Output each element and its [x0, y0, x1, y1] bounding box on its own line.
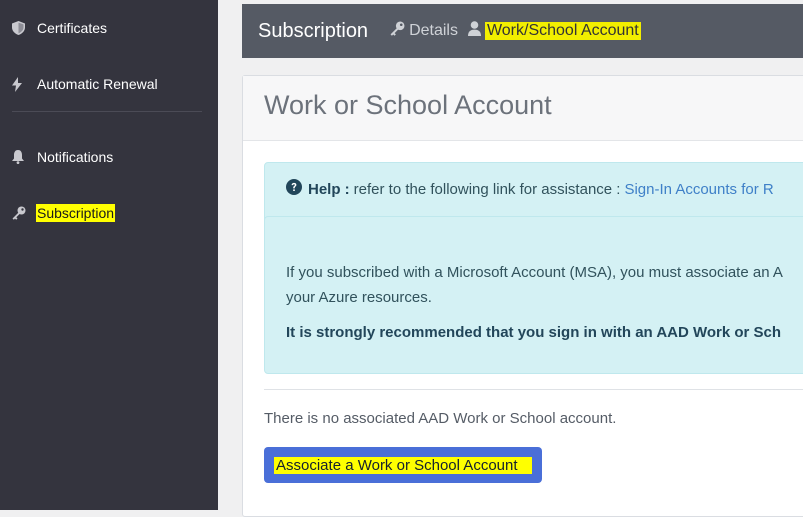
sidebar-item-certificates[interactable]: Certificates	[12, 16, 108, 40]
sign-in-accounts-link[interactable]: Sign-In Accounts for R	[624, 181, 773, 198]
info-text: If you subscribed with a Microsoft Accou…	[286, 260, 803, 310]
associate-account-button-label: Associate a Work or School Account	[274, 457, 532, 474]
sidebar-item-label: Subscription	[36, 204, 116, 222]
tab-work-school-account-label: Work/School Account	[484, 22, 641, 40]
tab-details-label: Details	[409, 22, 458, 39]
key-icon	[390, 21, 409, 41]
sidebar: Certificates Automatic Renewal Notificat…	[0, 0, 218, 510]
question-circle-icon	[286, 179, 302, 199]
sidebar-item-subscription[interactable]: Subscription	[12, 201, 116, 225]
help-label: Help :	[308, 180, 350, 198]
sidebar-item-notifications[interactable]: Notifications	[12, 145, 114, 169]
associate-account-button[interactable]: Associate a Work or School Account	[264, 447, 542, 483]
card-title: Work or School Account	[264, 90, 552, 120]
help-line: Help : refer to the following link for a…	[286, 179, 774, 199]
tab-work-school-account[interactable]: Work/School Account	[467, 21, 641, 41]
page-title: Subscription	[258, 19, 369, 42]
shield-icon	[12, 21, 36, 35]
info-recommendation: It is strongly recommended that you sign…	[286, 324, 782, 341]
user-icon	[467, 21, 485, 41]
bell-icon	[12, 150, 36, 164]
info-line-1: If you subscribed with a Microsoft Accou…	[286, 264, 783, 281]
sidebar-item-label: Automatic Renewal	[37, 76, 158, 92]
info-alert: If you subscribed with a Microsoft Accou…	[264, 216, 803, 374]
account-status-text: There is no associated AAD Work or Schoo…	[264, 410, 617, 427]
lightning-icon	[12, 76, 36, 92]
divider	[264, 389, 803, 390]
info-line-2: your Azure resources.	[286, 289, 432, 306]
key-icon	[12, 206, 36, 220]
sidebar-divider	[12, 111, 202, 112]
help-text: refer to the following link for assistan…	[353, 180, 621, 198]
sidebar-item-label: Notifications	[37, 149, 114, 165]
sidebar-item-automatic-renewal[interactable]: Automatic Renewal	[12, 72, 159, 96]
sidebar-item-label: Certificates	[37, 20, 108, 36]
work-school-account-card: Work or School Account Help : refer to t…	[242, 75, 803, 517]
tab-details[interactable]: Details	[390, 21, 458, 41]
card-header: Work or School Account	[243, 76, 803, 141]
page-header: Subscription Details Work/School Account	[242, 4, 803, 58]
